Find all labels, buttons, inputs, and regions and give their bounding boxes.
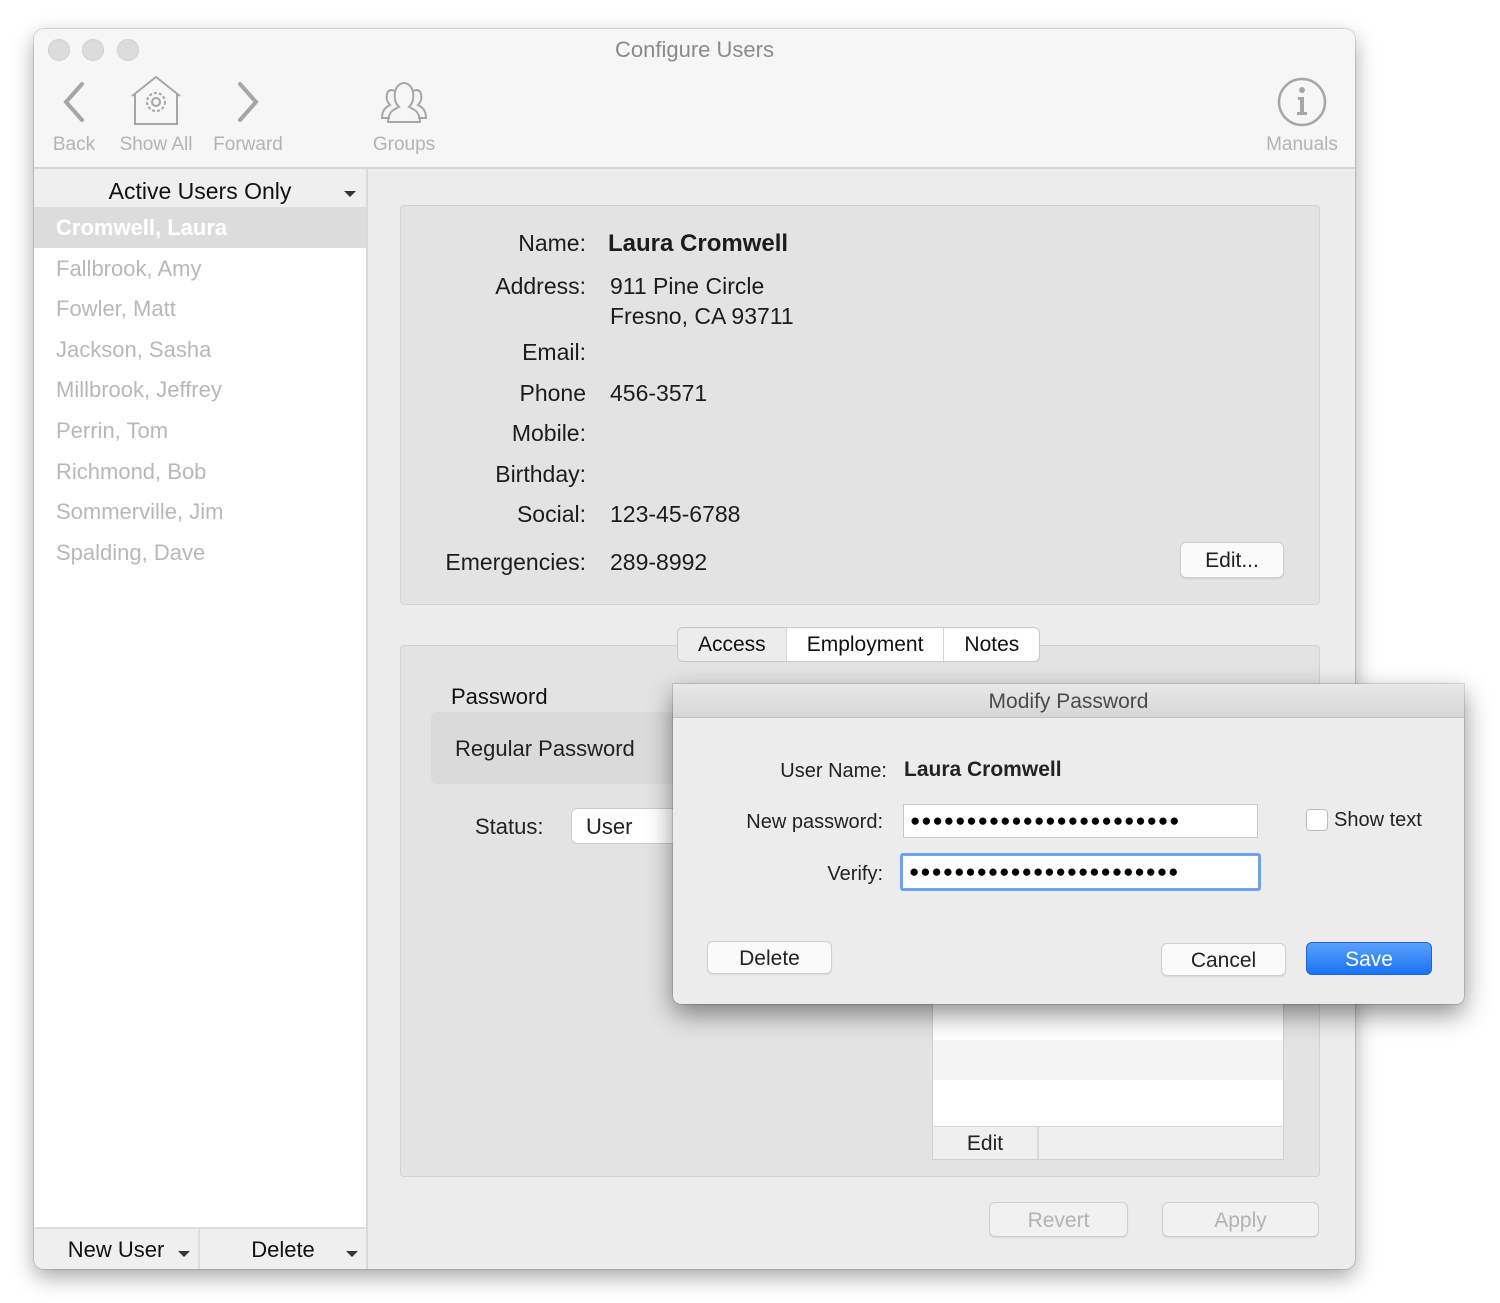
- password-type-box[interactable]: Regular Password: [431, 712, 691, 784]
- tab-notes[interactable]: Notes: [944, 628, 1039, 661]
- dropdown-caret-icon: [178, 1251, 190, 1257]
- revert-button[interactable]: Revert: [989, 1202, 1128, 1237]
- user-list-item[interactable]: Jackson, Sasha: [34, 329, 366, 370]
- tab-access[interactable]: Access: [678, 628, 787, 661]
- name-value: Laura Cromwell: [608, 230, 789, 257]
- mobile-label: Mobile:: [511, 420, 586, 446]
- address-label: Address:: [495, 273, 586, 299]
- emergencies-label: Emergencies:: [445, 549, 586, 575]
- user-list-item[interactable]: Richmond, Bob: [34, 451, 366, 492]
- user-info-panel: Name: Laura Cromwell Address: 911 Pine C…: [400, 205, 1320, 605]
- cancel-button[interactable]: Cancel: [1161, 943, 1286, 976]
- toolbar: Configure Users Back Show All Forward Gr…: [34, 29, 1355, 169]
- user-name-value: Laura Cromwell: [904, 758, 1062, 781]
- user-list-item[interactable]: Sommerville, Jim: [34, 491, 366, 532]
- dialog-title: Modify Password: [673, 684, 1464, 718]
- verify-password-input[interactable]: ●●●●●●●●●●●●●●●●●●●●●●●●: [900, 853, 1261, 891]
- user-filter-dropdown[interactable]: Active Users Only: [34, 169, 366, 207]
- phone-label: Phone: [519, 380, 586, 406]
- social-value: 123-45-6788: [610, 501, 741, 527]
- access-list[interactable]: Edit: [932, 986, 1284, 1160]
- manuals-button[interactable]: Manuals: [1260, 74, 1344, 156]
- forward-button[interactable]: Forward: [208, 74, 288, 156]
- phone-value: 456-3571: [610, 380, 708, 406]
- back-button[interactable]: Back: [44, 74, 104, 156]
- password-heading: Password: [451, 684, 548, 709]
- access-list-edit-button[interactable]: Edit: [933, 1127, 1039, 1159]
- birthday-label: Birthday:: [495, 461, 586, 487]
- dropdown-caret-icon: [346, 1251, 358, 1257]
- user-list: Cromwell, Laura Fallbrook, Amy Fowler, M…: [34, 207, 366, 572]
- new-password-label: New password:: [746, 811, 883, 833]
- user-name-label: User Name:: [780, 760, 887, 782]
- emergencies-value: 289-8992: [610, 549, 708, 575]
- tab-employment[interactable]: Employment: [787, 628, 945, 661]
- sidebar-footer: New User Delete: [34, 1227, 366, 1269]
- detail-tabs: Access Employment Notes: [677, 627, 1041, 662]
- access-list-footer: Edit: [933, 1126, 1283, 1159]
- user-list-item[interactable]: Fallbrook, Amy: [34, 248, 366, 289]
- dropdown-caret-icon: [344, 191, 356, 197]
- edit-details-button[interactable]: Edit...: [1180, 542, 1284, 578]
- name-label: Name:: [518, 230, 586, 256]
- chevron-left-icon: [63, 82, 84, 122]
- password-type-value: Regular Password: [455, 736, 635, 761]
- save-button[interactable]: Save: [1306, 942, 1432, 975]
- people-group-icon: [380, 81, 428, 123]
- user-list-item[interactable]: Millbrook, Jeffrey: [34, 369, 366, 410]
- new-user-button[interactable]: New User: [34, 1229, 200, 1269]
- list-row[interactable]: [933, 1040, 1283, 1080]
- email-label: Email:: [522, 339, 586, 365]
- show-all-button[interactable]: Show All: [114, 74, 198, 156]
- user-list-item[interactable]: Cromwell, Laura: [34, 207, 366, 248]
- user-list-item[interactable]: Fowler, Matt: [34, 288, 366, 329]
- new-password-input[interactable]: ●●●●●●●●●●●●●●●●●●●●●●●●: [903, 804, 1258, 838]
- house-gear-icon: [131, 75, 181, 125]
- user-sidebar: Active Users Only Cromwell, Laura Fallbr…: [34, 169, 368, 1269]
- groups-button[interactable]: Groups: [368, 74, 440, 156]
- social-label: Social:: [516, 501, 586, 527]
- window-title: Configure Users: [615, 37, 774, 62]
- user-list-item[interactable]: Spalding, Dave: [34, 532, 366, 573]
- address-line2: Fresno, CA 93711: [610, 303, 794, 329]
- delete-password-button[interactable]: Delete: [707, 941, 832, 974]
- show-text-label[interactable]: Show text: [1334, 809, 1422, 832]
- delete-user-button[interactable]: Delete: [200, 1229, 366, 1269]
- configure-users-window: Configure Users Back Show All Forward Gr…: [34, 29, 1355, 1269]
- user-list-item[interactable]: Perrin, Tom: [34, 410, 366, 451]
- status-label: Status:: [475, 814, 544, 839]
- chevron-right-icon: [238, 82, 259, 122]
- address-line1: 911 Pine Circle: [610, 273, 765, 299]
- verify-label: Verify:: [827, 863, 883, 885]
- modify-password-dialog: Modify Password User Name: Laura Cromwel…: [673, 684, 1464, 1004]
- apply-button[interactable]: Apply: [1162, 1202, 1319, 1237]
- info-circle-icon: [1277, 77, 1327, 127]
- show-text-checkbox[interactable]: [1306, 809, 1328, 831]
